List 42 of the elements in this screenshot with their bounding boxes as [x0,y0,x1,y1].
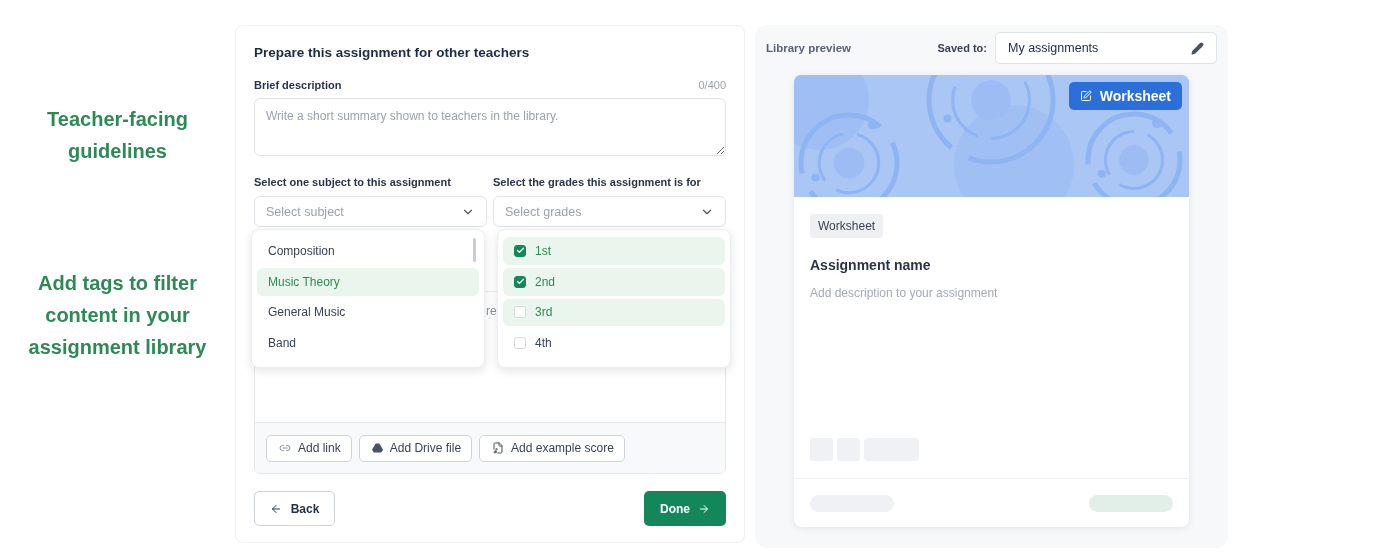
worksheet-badge: Worksheet [1068,82,1182,110]
pencil-icon [1191,41,1204,55]
edit-icon [1079,90,1092,102]
annotation-heading: Add tags to filter content in your assignment library [27,271,208,360]
music-file-icon [492,442,505,454]
arrow-right-icon [698,502,710,515]
saved-to-label: Saved to: [937,42,987,54]
attach-button[interactable]: Add example score [479,434,625,462]
grade-label: 2nd [535,274,556,289]
form-title: Prepare this assignment for other teachers [254,45,531,60]
subject-option[interactable]: Composition [257,237,479,265]
type-tag: Worksheet [810,214,884,238]
assignment-name: Assignment name [810,257,931,273]
grade-option[interactable]: 1st [503,237,725,265]
placeholder-text: re [486,304,497,318]
grade-option[interactable]: 4th [503,329,725,357]
subject-option[interactable]: Band [257,329,479,357]
field-label: Select the grades this assignment is for [493,176,702,188]
grade-label: 4th [535,336,552,351]
attach-button[interactable]: Add Drive file [358,434,473,462]
grade-option[interactable]: 3rd [503,298,725,327]
back-button[interactable]: Back [254,491,335,526]
subject-option[interactable]: Music Theory [257,267,479,296]
grade-option[interactable]: 2nd [503,267,725,296]
assignment-description: Add description to your assignment [810,286,998,300]
checkbox[interactable] [514,275,526,288]
attach-button[interactable]: Add link [266,434,352,462]
saved-to-field[interactable]: My assignments [995,32,1217,64]
subject-option[interactable]: General Music [257,298,479,327]
field-label: Select one subject to this assignment [254,176,452,188]
description-field[interactable]: Write a short summary shown to teachers in the library. [254,98,726,156]
grade-label: 3rd [535,305,553,320]
character-counter: 0/400 [698,79,726,91]
done-button[interactable]: Done [644,491,726,526]
checkbox[interactable] [514,244,526,257]
annotation-heading: Teacher-facing guidelines [46,107,189,164]
drive-icon [371,443,383,453]
preview-title: Library preview [766,42,852,54]
grade-label: 1st [535,243,551,258]
link-icon [279,442,291,454]
field-label: Brief description [254,79,342,91]
arrow-left-icon [269,502,282,515]
